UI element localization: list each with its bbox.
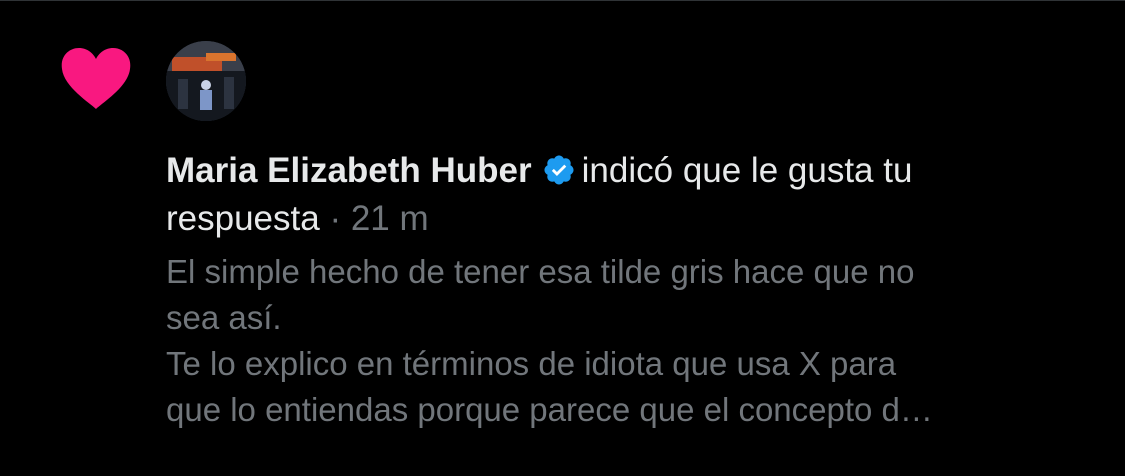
separator: ·	[319, 199, 351, 238]
notification-content: Maria Elizabeth Huber indicó que le gusta…	[166, 147, 1076, 433]
like-notification[interactable]: Maria Elizabeth Huber indicó que le gusta…	[0, 0, 1125, 476]
action-text: indicó que le gusta tu	[581, 151, 913, 190]
heart-icon	[60, 47, 132, 111]
avatar[interactable]	[166, 41, 246, 121]
author-name[interactable]: Maria Elizabeth Huber	[166, 151, 532, 190]
reply-line: que lo entiendas porque parece que el co…	[166, 391, 933, 428]
reply-line: sea así.	[166, 299, 282, 336]
action-text-cont: respuesta	[166, 199, 320, 238]
reply-line: El simple hecho de tener esa tilde gris …	[166, 253, 915, 290]
reply-preview[interactable]: El simple hecho de tener esa tilde gris …	[166, 249, 1076, 433]
timestamp: 21 m	[350, 199, 429, 238]
reply-line: Te lo explico en términos de idiota que …	[166, 345, 897, 382]
verified-badge-icon	[542, 153, 576, 187]
notification-headline: Maria Elizabeth Huber indicó que le gusta…	[166, 147, 1076, 243]
